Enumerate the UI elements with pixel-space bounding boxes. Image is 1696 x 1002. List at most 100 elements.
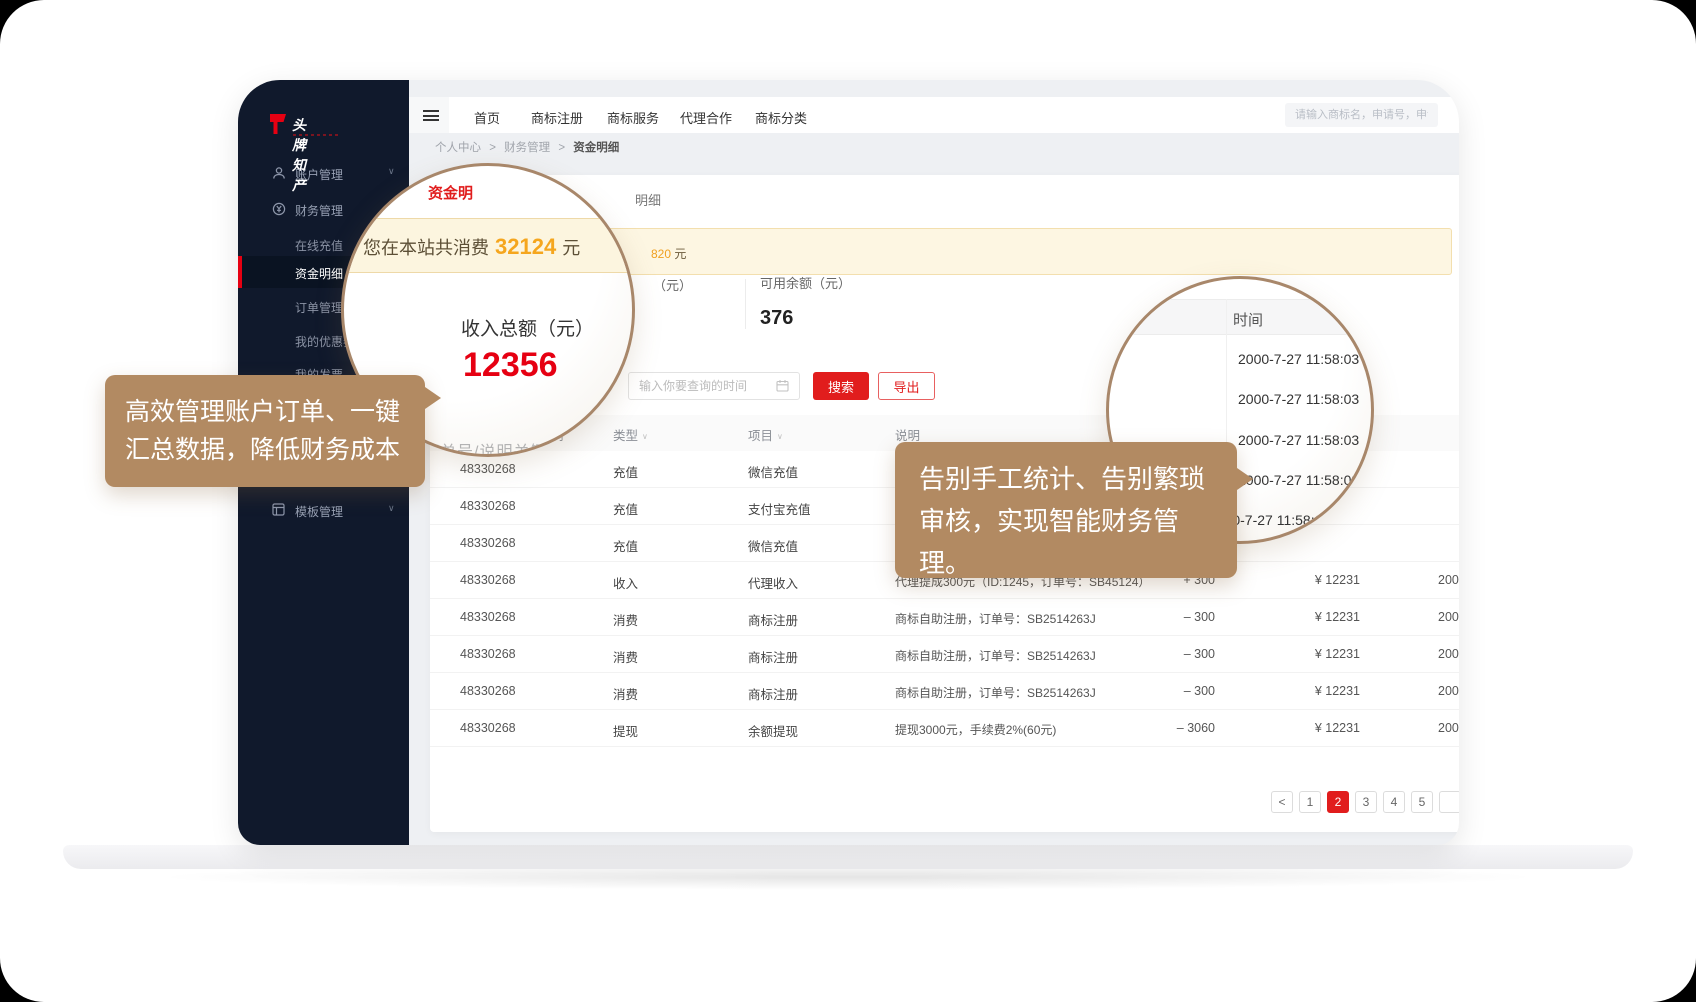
- cell-balance: ¥ 12231: [1230, 721, 1360, 735]
- cell-order: 48330268: [460, 684, 516, 698]
- callout-line: 高效管理账户订单、一键: [125, 393, 425, 431]
- cell-order: 48330268: [460, 721, 516, 735]
- sidebar-item-label: 账户管理: [295, 166, 343, 183]
- cell-order: 48330268: [460, 647, 516, 661]
- search-button[interactable]: 搜索: [813, 372, 869, 400]
- corner-disc: [0, 0, 88, 88]
- sidebar-child-label: 在线充值: [295, 237, 343, 254]
- cell-type: 充值: [613, 499, 638, 518]
- lens-time-row: 2000-7-27 11:58:03: [1238, 472, 1374, 488]
- marketing-stage: 头牌知产 账户管理 财务管理 在线充值: [0, 0, 1696, 1002]
- sidebar-item-template[interactable]: 模板管理: [238, 495, 409, 525]
- calendar-icon: [776, 379, 789, 392]
- lens-time-header: 时间: [1233, 309, 1263, 330]
- pagination-page-2-active[interactable]: 2: [1327, 791, 1349, 813]
- breadcrumb-current: 资金明细: [573, 142, 619, 154]
- banner-tail-number: 820: [651, 247, 671, 261]
- cell-item: 商标注册: [748, 610, 798, 629]
- callout-right: 告别手工统计、告别繁琐 审核，实现智能财务管 理。: [895, 442, 1237, 578]
- sidebar-item-label: 财务管理: [295, 202, 343, 219]
- stat-balance-label: 可用余额（元）: [760, 273, 851, 292]
- cell-desc: 商标自助注册，订单号：SB2514263J: [895, 684, 1096, 701]
- export-button[interactable]: 导出: [878, 372, 935, 400]
- nav-item-agent-cooperation[interactable]: 代理合作: [680, 108, 732, 127]
- brand-flag-icon: [269, 113, 287, 135]
- cell-amount: – 300: [1095, 610, 1215, 624]
- banner-tail: 820 元: [651, 245, 686, 262]
- corner-disc: [0, 914, 88, 1002]
- breadcrumb-item[interactable]: 个人中心: [435, 142, 481, 154]
- pagination-page-1[interactable]: 1: [1299, 791, 1321, 813]
- cell-desc: 商标自助注册，订单号：SB2514263J: [895, 610, 1096, 627]
- cell-order: 48330268: [460, 462, 516, 476]
- lens-time-row: 2000-7-27 11:58:03: [1238, 432, 1374, 448]
- pagination: < 1 2 3 4 5: [1271, 791, 1459, 813]
- pagination-page-3[interactable]: 3: [1355, 791, 1377, 813]
- breadcrumb-separator: >: [558, 142, 565, 154]
- lens-time-header-band: 时间: [1109, 299, 1371, 335]
- table-row: 48330268 提现 余额提现 提现3000元，手续费2%(60元) – 30…: [430, 710, 1459, 747]
- active-indicator-bar: [238, 256, 242, 288]
- nav-item-trademark-register[interactable]: 商标注册: [531, 108, 583, 127]
- template-icon: [272, 503, 285, 516]
- sidebar-child-label: 订单管理: [295, 299, 343, 316]
- lens-banner-text: 您在本站共消费32124元: [363, 234, 580, 260]
- sidebar-item-account[interactable]: 账户管理: [238, 158, 409, 188]
- hamburger-icon[interactable]: [423, 110, 439, 121]
- cell-type: 消费: [613, 684, 638, 703]
- header-type-sort[interactable]: 类型: [613, 425, 648, 444]
- stat-expense-label-fragment: （元）: [653, 275, 692, 294]
- corner-disc: [1608, 0, 1696, 88]
- cell-balance: ¥ 12231: [1230, 610, 1360, 624]
- callout-left: 高效管理账户订单、一键 汇总数据，降低财务成本: [105, 375, 425, 487]
- callout-arrow-icon: [425, 387, 441, 409]
- cell-balance: ¥ 12231: [1230, 647, 1360, 661]
- callout-arrow-icon: [1237, 468, 1253, 490]
- cell-time: 2000-7-27 11:58:03: [1438, 610, 1459, 624]
- cell-type: 充值: [613, 462, 638, 481]
- cell-amount: – 3060: [1095, 721, 1215, 735]
- pagination-next-clipped[interactable]: [1439, 791, 1459, 813]
- cell-balance: ¥ 12231: [1230, 573, 1360, 587]
- cell-item: 余额提现: [748, 721, 798, 740]
- breadcrumb-item[interactable]: 财务管理: [504, 142, 550, 154]
- cell-item: 商标注册: [748, 684, 798, 703]
- lens-time-row: 2000-7-27 11:58:03: [1238, 391, 1374, 407]
- lens-banner: 您在本站共消费32124元: [344, 218, 632, 273]
- stat-balance-value: 376: [760, 307, 793, 330]
- sidebar-item-label: 模板管理: [295, 503, 343, 520]
- date-query-input[interactable]: [628, 372, 800, 400]
- cell-type: 消费: [613, 647, 638, 666]
- global-search-input[interactable]: [1285, 103, 1438, 127]
- table-row: 48330268 消费 商标注册 商标自助注册，订单号：SB2514263J –…: [430, 599, 1459, 636]
- cell-type: 提现: [613, 721, 638, 740]
- cell-amount: – 300: [1095, 684, 1215, 698]
- stat-divider: [745, 279, 746, 329]
- cell-order: 48330268: [460, 610, 516, 624]
- cell-type: 收入: [613, 573, 638, 592]
- cell-time: 2000-7-27 11:58:03: [1438, 647, 1459, 661]
- breadcrumb: 个人中心 > 财务管理 > 资金明细: [435, 139, 619, 155]
- tab-fragment[interactable]: 明细: [635, 190, 661, 209]
- nav-item-trademark-category[interactable]: 商标分类: [755, 108, 807, 127]
- laptop-base: [63, 845, 1633, 869]
- nav-item-home[interactable]: 首页: [474, 108, 500, 127]
- cell-desc: 提现3000元，手续费2%(60元): [895, 721, 1056, 738]
- cell-desc: 商标自助注册，订单号：SB2514263J: [895, 647, 1096, 664]
- lens-income-value: 12356: [463, 346, 558, 385]
- chevron-down-icon: [388, 166, 395, 177]
- pagination-page-5[interactable]: 5: [1411, 791, 1433, 813]
- sidebar-child-label: 资金明细: [295, 265, 343, 282]
- callout-line: 汇总数据，降低财务成本: [125, 431, 425, 469]
- lens-income-label: 收入总额（元）: [461, 314, 594, 341]
- pagination-page-4[interactable]: 4: [1383, 791, 1405, 813]
- pagination-prev[interactable]: <: [1271, 791, 1293, 813]
- cell-order: 48330268: [460, 499, 516, 513]
- cell-order: 48330268: [460, 536, 516, 550]
- cell-amount: – 300: [1095, 647, 1215, 661]
- header-item-sort[interactable]: 项目: [748, 425, 783, 444]
- chevron-down-icon: [388, 503, 395, 514]
- cell-time: 2000-7-27 11:58:03: [1438, 684, 1459, 698]
- nav-item-trademark-service[interactable]: 商标服务: [607, 108, 659, 127]
- cell-item: 微信充值: [748, 462, 798, 481]
